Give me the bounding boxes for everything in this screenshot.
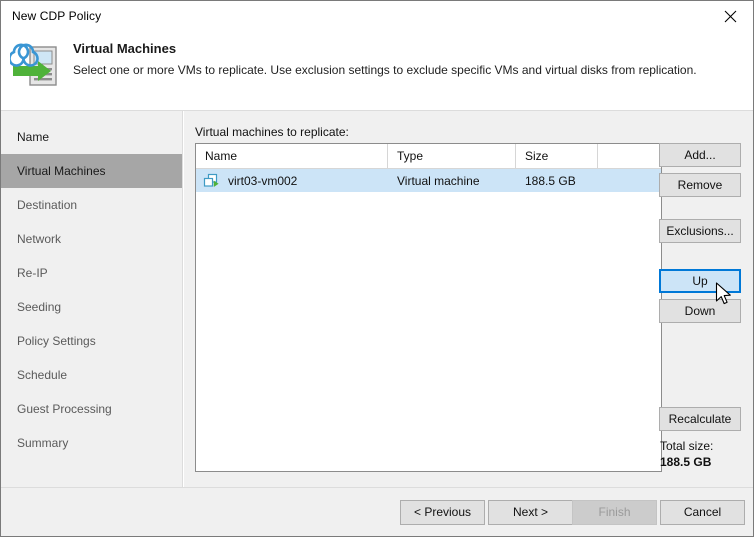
sidebar-item-seeding[interactable]: Seeding — [1, 290, 182, 324]
vm-list-label: Virtual machines to replicate: — [195, 125, 349, 139]
cancel-button[interactable]: Cancel — [660, 500, 745, 525]
sidebar-item-schedule[interactable]: Schedule — [1, 358, 182, 392]
window-title: New CDP Policy — [12, 9, 102, 23]
total-size-value: 188.5 GB — [660, 455, 712, 469]
cdp-replication-icon — [8, 39, 62, 91]
vm-name-text: virt03-vm002 — [228, 173, 298, 188]
remove-button[interactable]: Remove — [659, 173, 741, 197]
exclusions-button[interactable]: Exclusions... — [659, 219, 741, 243]
sidebar-item-policy-settings[interactable]: Policy Settings — [1, 324, 182, 358]
move-down-button[interactable]: Down — [659, 299, 741, 323]
total-size-label: Total size: — [660, 439, 714, 453]
cell-size: 188.5 GB — [525, 173, 576, 188]
cell-name: virt03-vm002 — [196, 173, 388, 189]
column-header-type[interactable]: Type — [388, 144, 516, 168]
previous-button[interactable]: < Previous — [400, 500, 485, 525]
sidebar-item-summary[interactable]: Summary — [1, 426, 182, 460]
sidebar-item-network[interactable]: Network — [1, 222, 182, 256]
dialog-window: New CDP Policy Virtual Machines Select o… — [0, 0, 754, 537]
virtual-machine-icon — [203, 173, 221, 189]
title-bar: New CDP Policy — [1, 1, 753, 31]
finish-button: Finish — [572, 500, 657, 525]
dialog-footer: < Previous Next > Finish Cancel — [1, 487, 753, 536]
sidebar-item-guest-processing[interactable]: Guest Processing — [1, 392, 182, 426]
vm-table[interactable]: Name Type Size virt03-vm002 Virtual mach… — [195, 143, 662, 472]
cell-type: Virtual machine — [397, 173, 480, 188]
sidebar-item-name[interactable]: Name — [1, 120, 182, 154]
table-row[interactable]: virt03-vm002 Virtual machine 188.5 GB — [196, 169, 661, 192]
column-header-name[interactable]: Name — [196, 144, 388, 168]
content-pane: Virtual machines to replicate: Name Type… — [184, 111, 753, 488]
next-button[interactable]: Next > — [488, 500, 573, 525]
move-up-button[interactable]: Up — [659, 269, 741, 293]
page-subtitle: Select one or more VMs to replicate. Use… — [73, 63, 697, 77]
sidebar-item-virtual-machines[interactable]: Virtual Machines — [1, 154, 182, 188]
recalculate-button[interactable]: Recalculate — [659, 407, 741, 431]
close-icon[interactable] — [707, 1, 753, 31]
sidebar-item-re-ip[interactable]: Re-IP — [1, 256, 182, 290]
table-header-row: Name Type Size — [196, 144, 661, 169]
wizard-steps-sidebar: Name Virtual Machines Destination Networ… — [1, 111, 183, 488]
column-header-size[interactable]: Size — [516, 144, 598, 168]
add-button[interactable]: Add... — [659, 143, 741, 167]
dialog-header: Virtual Machines Select one or more VMs … — [1, 31, 753, 111]
column-header-filler — [598, 144, 661, 168]
sidebar-item-destination[interactable]: Destination — [1, 188, 182, 222]
page-title: Virtual Machines — [73, 41, 177, 56]
